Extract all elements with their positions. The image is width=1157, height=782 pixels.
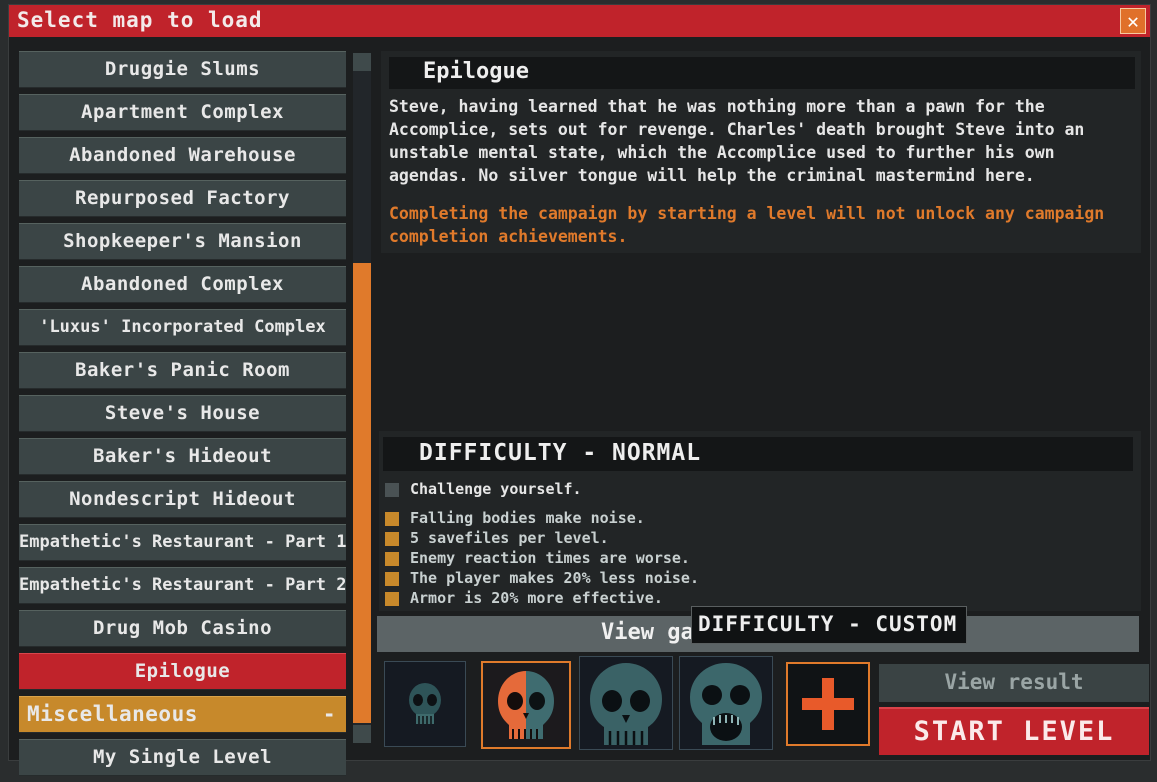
map-item-nondescript-hideout[interactable]: Nondescript Hideout	[19, 481, 346, 518]
difficulty-preset-normal[interactable]	[481, 661, 571, 749]
modifier-checkbox[interactable]	[385, 532, 399, 546]
collapse-icon[interactable]: -	[323, 697, 336, 732]
map-item-steves-house[interactable]: Steve's House	[19, 395, 346, 432]
modifier-label: The player makes 20% less noise.	[410, 569, 699, 587]
map-item-drug-mob-casino[interactable]: Drug Mob Casino	[19, 610, 346, 647]
map-item-epilogue[interactable]: Epilogue	[19, 653, 346, 690]
map-item-repurposed-factory[interactable]: Repurposed Factory	[19, 180, 346, 217]
map-item-empathetics-restaurant-2[interactable]: Empathetic's Restaurant - Part 2	[19, 567, 346, 604]
start-level-label: START LEVEL	[913, 716, 1115, 747]
modifier-checkbox[interactable]	[385, 552, 399, 566]
achievement-warning: Completing the campaign by starting a le…	[389, 204, 1105, 246]
difficulty-preset-easy[interactable]	[384, 661, 466, 747]
category-label: Miscellaneous	[27, 702, 198, 726]
map-item-abandoned-complex[interactable]: Abandoned Complex	[19, 266, 346, 303]
view-result-label: View result	[944, 670, 1084, 694]
description-text: Steve, having learned that he was nothin…	[389, 97, 1085, 185]
map-item-empathetics-restaurant-1[interactable]: Empathetic's Restaurant - Part 1	[19, 524, 346, 561]
map-item-bakers-hideout[interactable]: Baker's Hideout	[19, 438, 346, 475]
skull-split-icon	[498, 671, 554, 739]
modifier-label: Armor is 20% more effective.	[410, 589, 663, 607]
skull-screaming-icon	[690, 663, 762, 745]
map-item-bakers-panic-room[interactable]: Baker's Panic Room	[19, 352, 346, 389]
map-list-scrollbar[interactable]	[353, 53, 371, 743]
difficulty-preset-hard[interactable]	[579, 656, 673, 750]
modifier-label: 5 savefiles per level.	[410, 529, 609, 547]
scroll-thumb[interactable]	[353, 263, 371, 723]
scroll-down-button[interactable]	[353, 725, 371, 743]
map-item-shopkeepers-mansion[interactable]: Shopkeeper's Mansion	[19, 223, 346, 260]
modifier-label: Enemy reaction times are worse.	[410, 549, 690, 567]
difficulty-panel: DIFFICULTY - NORMAL Challenge yourself. …	[379, 431, 1141, 611]
challenge-label: Challenge yourself.	[410, 480, 582, 498]
plus-icon	[802, 678, 854, 730]
modifier-label: Falling bodies make noise.	[410, 509, 645, 527]
scroll-up-button[interactable]	[353, 53, 371, 71]
modifier-checkbox[interactable]	[385, 592, 399, 606]
skull-small-icon	[409, 683, 441, 724]
difficulty-title: DIFFICULTY - NORMAL	[419, 440, 702, 466]
start-level-button[interactable]: START LEVEL	[879, 707, 1149, 755]
tooltip-text: DIFFICULTY - CUSTOM	[698, 612, 958, 636]
difficulty-header: DIFFICULTY - NORMAL	[383, 437, 1133, 471]
skull-large-icon	[590, 663, 662, 745]
close-button[interactable]: ✕	[1120, 8, 1146, 34]
view-result-button[interactable]: View result	[879, 664, 1149, 702]
difficulty-tooltip: DIFFICULTY - CUSTOM	[691, 606, 967, 644]
modifier-checkbox[interactable]	[385, 512, 399, 526]
map-description-panel: Epilogue Steve, having learned that he w…	[381, 51, 1141, 253]
description-title: Epilogue	[423, 59, 529, 84]
map-select-window: Select map to load ✕ Druggie Slums Apart…	[8, 4, 1151, 776]
map-item-abandoned-warehouse[interactable]: Abandoned Warehouse	[19, 137, 346, 174]
map-item-apartment-complex[interactable]: Apartment Complex	[19, 94, 346, 131]
map-item-druggie-slums[interactable]: Druggie Slums	[19, 51, 346, 88]
view-gameplay-label: View ga	[601, 620, 694, 645]
map-item-my-single-level[interactable]: My Single Level	[19, 739, 346, 776]
modifier-checkbox[interactable]	[385, 572, 399, 586]
category-miscellaneous[interactable]: Miscellaneous -	[19, 696, 346, 733]
challenge-checkbox[interactable]	[385, 483, 399, 497]
description-header: Epilogue	[389, 57, 1135, 89]
difficulty-preset-extreme[interactable]	[679, 656, 773, 750]
title-bar: Select map to load ✕	[9, 5, 1150, 37]
add-custom-difficulty-button[interactable]	[786, 662, 870, 746]
window-title: Select map to load	[17, 8, 263, 32]
map-item-luxus-complex[interactable]: 'Luxus' Incorporated Complex	[19, 309, 346, 346]
map-list: Druggie Slums Apartment Complex Abandone…	[19, 51, 346, 782]
